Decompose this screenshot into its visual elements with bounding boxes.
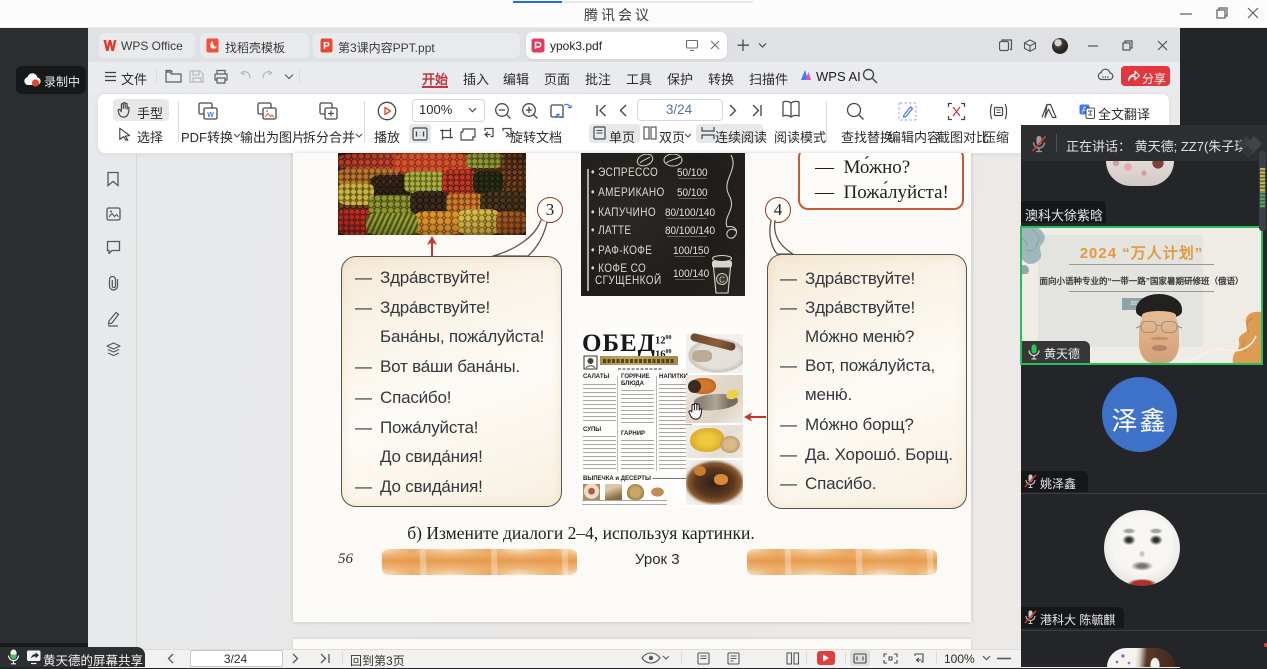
svg-text:C: C <box>719 276 725 285</box>
svg-text:W: W <box>207 112 214 119</box>
svg-text:P: P <box>323 41 330 52</box>
